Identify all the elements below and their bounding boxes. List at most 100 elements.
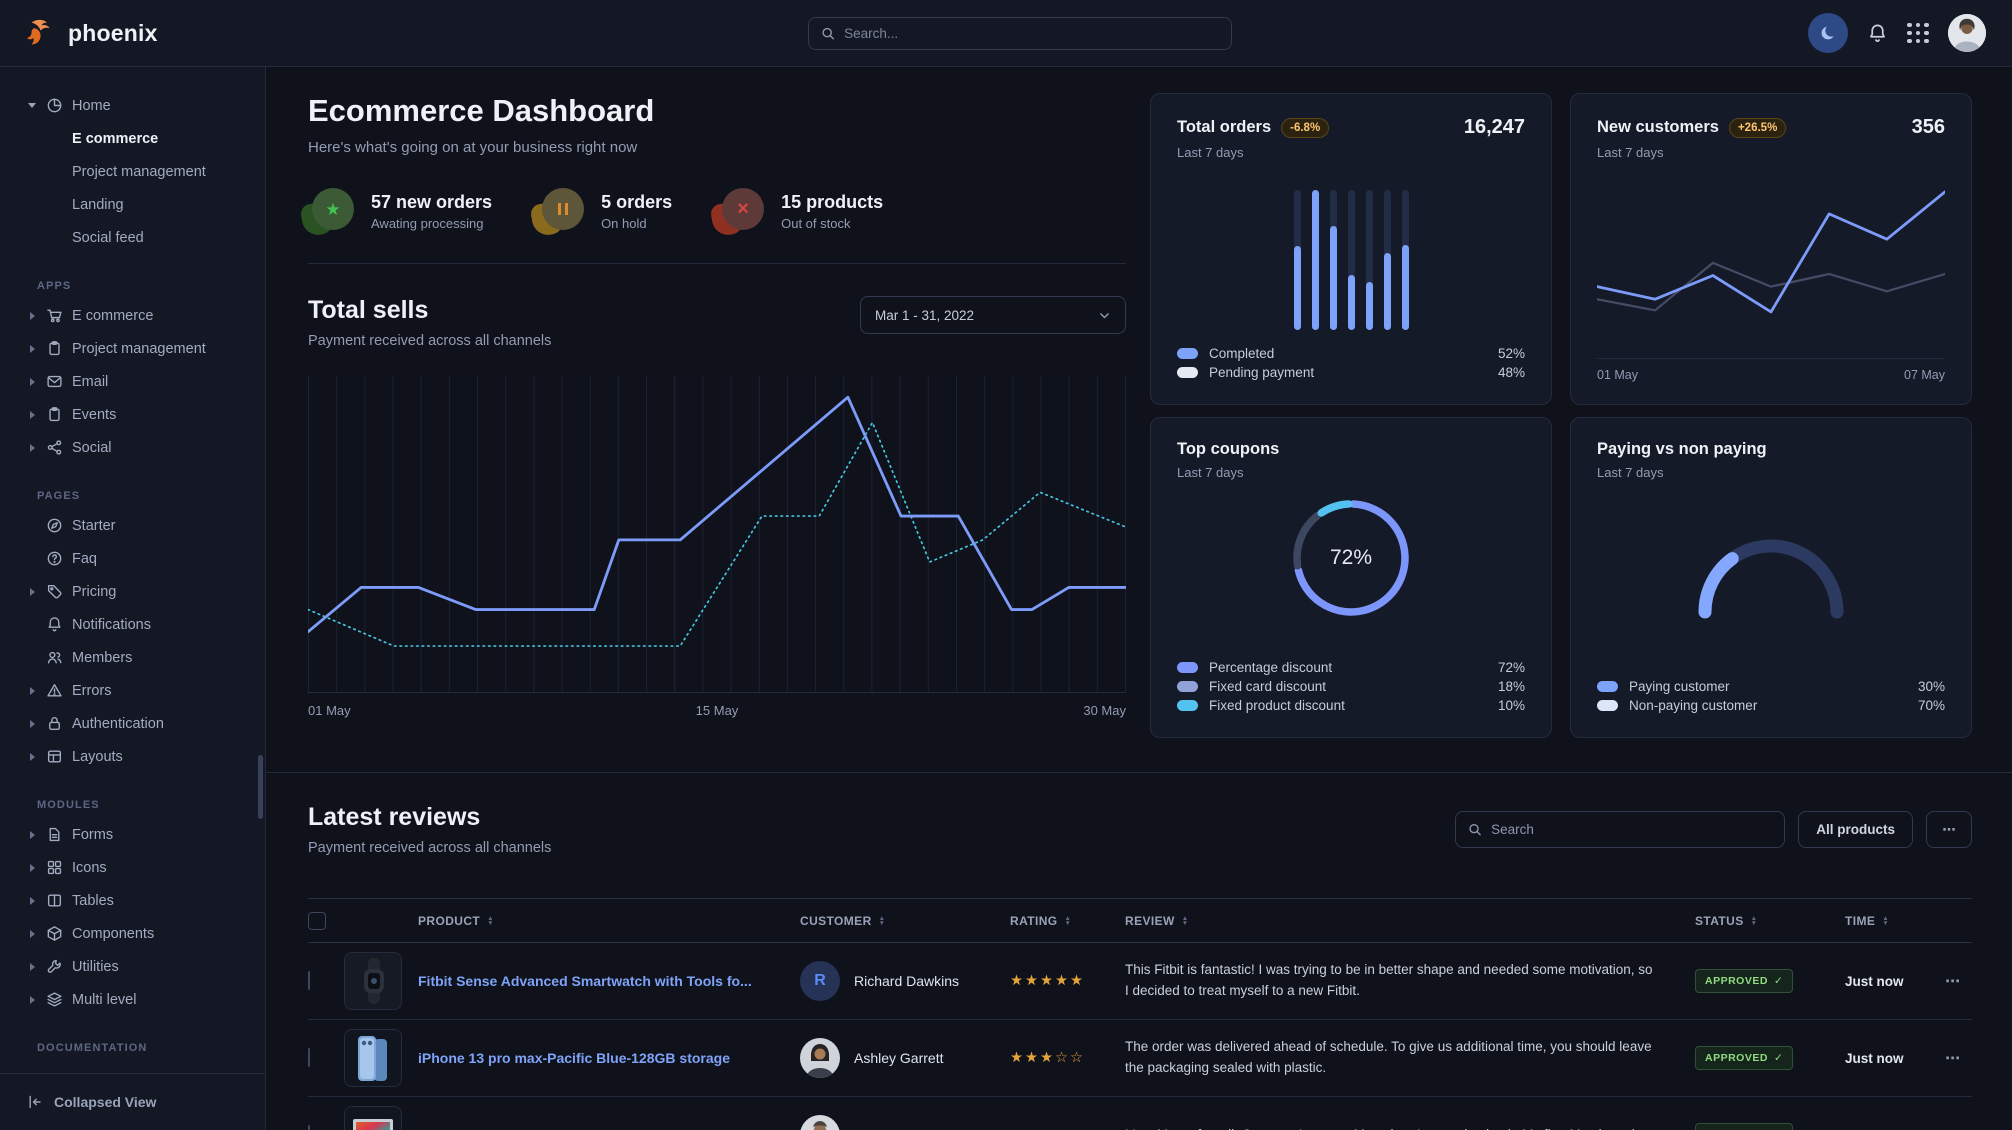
- column-header-review[interactable]: REVIEW▲▼: [1125, 914, 1695, 928]
- column-header-time[interactable]: TIME▲▼: [1845, 914, 1945, 928]
- sidebar-item-multi-level[interactable]: Multi level: [27, 983, 255, 1016]
- caret-right-icon: [27, 831, 37, 839]
- column-header-status[interactable]: STATUS▲▼: [1695, 914, 1845, 928]
- check-icon: ✓: [1774, 1052, 1783, 1064]
- sidebar-item-e-commerce[interactable]: E commerce: [27, 299, 255, 332]
- notifications-button[interactable]: [1867, 23, 1888, 44]
- paying-legend: Paying customer30%Non-paying customer70%: [1597, 677, 1945, 715]
- sidebar-item-landing[interactable]: Landing: [27, 188, 255, 221]
- new-customers-badge: +26.5%: [1729, 118, 1786, 138]
- sidebar-item-forms[interactable]: Forms: [27, 818, 255, 851]
- reviews-more-button[interactable]: ⋯: [1926, 811, 1972, 848]
- logo[interactable]: phoenix: [26, 19, 158, 48]
- user-avatar[interactable]: [1948, 14, 1986, 52]
- sidebar-item-icons[interactable]: Icons: [27, 851, 255, 884]
- paying-gauge-chart: [1597, 528, 1945, 623]
- sidebar-item-starter[interactable]: Starter: [27, 509, 255, 542]
- column-header-customer[interactable]: CUSTOMER▲▼: [800, 914, 1010, 928]
- legend-value: 18%: [1498, 679, 1525, 694]
- apps-grid-button[interactable]: [1907, 23, 1929, 44]
- sidebar-item-email[interactable]: Email: [27, 365, 255, 398]
- column-header-product[interactable]: PRODUCT▲▼: [344, 914, 800, 928]
- row-checkbox[interactable]: [308, 1048, 310, 1067]
- sidebar-item-members[interactable]: Members: [27, 641, 255, 674]
- sort-icon: ▲▼: [1751, 916, 1758, 926]
- sidebar-item-layouts[interactable]: Layouts: [27, 740, 255, 773]
- row-checkbox-cell: [308, 1049, 344, 1067]
- top-coupons-title: Top coupons: [1177, 440, 1279, 459]
- sidebar-item-social[interactable]: Social: [27, 431, 255, 464]
- row-menu-button[interactable]: ⋯: [1945, 1049, 1972, 1067]
- column-header-rating[interactable]: RATING▲▼: [1010, 914, 1125, 928]
- new-customers-value: 356: [1912, 116, 1945, 139]
- bar: [1384, 190, 1391, 330]
- sidebar-item-project-management[interactable]: Project management: [27, 155, 255, 188]
- sidebar-item-home[interactable]: Home: [27, 89, 255, 122]
- stat-5-orders: 5 ordersOn hold: [538, 188, 672, 235]
- legend-label: Fixed card discount: [1209, 679, 1326, 694]
- theme-toggle-button[interactable]: [1808, 13, 1848, 53]
- reviews-search-input[interactable]: [1491, 822, 1772, 837]
- bar: [1366, 190, 1373, 330]
- total-sells-title: Total sells: [308, 296, 551, 325]
- status-badge: APPROVED✓: [1695, 969, 1793, 993]
- sidebar-item-label: Starter: [72, 518, 116, 534]
- axis-tick-label: 30 May: [1083, 703, 1126, 718]
- reviews-table: PRODUCT▲▼CUSTOMER▲▼RATING▲▼REVIEW▲▼STATU…: [308, 898, 1972, 1130]
- bar-fill: [1294, 246, 1301, 330]
- sidebar-item-social-feed[interactable]: Social feed: [27, 221, 255, 254]
- search-icon: [821, 26, 835, 41]
- sidebar-item-pricing[interactable]: Pricing: [27, 575, 255, 608]
- global-search[interactable]: [808, 17, 1232, 50]
- sidebar-item-e-commerce[interactable]: E commerce: [27, 122, 255, 155]
- row-checkbox[interactable]: [308, 971, 310, 990]
- sidebar-item-project-management[interactable]: Project management: [27, 332, 255, 365]
- sidebar-item-faq[interactable]: Faq: [27, 542, 255, 575]
- star-icon: ★: [325, 201, 340, 218]
- sidebar-section-label: APPS: [37, 280, 255, 292]
- sidebar-item-notifications[interactable]: Notifications: [27, 608, 255, 641]
- all-products-button[interactable]: All products: [1798, 811, 1913, 848]
- top-coupons-card: Top coupons Last 7 days 72% Percentage d…: [1150, 417, 1552, 738]
- search-input[interactable]: [844, 26, 1219, 41]
- row-menu-button[interactable]: ⋯: [1945, 972, 1972, 990]
- sidebar-item-events[interactable]: Events: [27, 398, 255, 431]
- select-all-checkbox[interactable]: [308, 912, 326, 930]
- row-menu-button[interactable]: ⋯: [1945, 1126, 1972, 1130]
- product-image: [344, 1029, 402, 1087]
- stat-circle: ★: [312, 188, 354, 230]
- product-link[interactable]: iPhone 13 pro max-Pacific Blue-128GB sto…: [418, 1050, 730, 1066]
- legend-item-completed: Completed52%: [1177, 344, 1525, 363]
- dashboard-cards: Total orders -6.8% 16,247 Last 7 days Co…: [1150, 93, 1972, 738]
- row-checkbox[interactable]: [308, 1125, 310, 1130]
- sidebar-item-errors[interactable]: Errors: [27, 674, 255, 707]
- sidebar-item-components[interactable]: Components: [27, 917, 255, 950]
- sidebar-item-utilities[interactable]: Utilities: [27, 950, 255, 983]
- stat-title: 5 orders: [601, 192, 672, 213]
- total-orders-card: Total orders -6.8% 16,247 Last 7 days Co…: [1150, 93, 1552, 405]
- sidebar-section-label: PAGES: [37, 490, 255, 502]
- legend-label: Pending payment: [1209, 365, 1314, 380]
- sidebar-section: MODULESFormsIconsTablesComponentsUtiliti…: [27, 799, 255, 1016]
- box-icon: [46, 925, 63, 942]
- nine-dots-icon: [1907, 23, 1929, 44]
- status-label: APPROVED: [1705, 1052, 1768, 1064]
- caret-right-icon: [27, 897, 37, 905]
- collapsed-view-button[interactable]: Collapsed View: [0, 1073, 265, 1130]
- date-range-select[interactable]: Mar 1 - 31, 2022: [860, 296, 1126, 334]
- reviews-search[interactable]: [1455, 811, 1785, 848]
- product-link[interactable]: Fitbit Sense Advanced Smartwatch with To…: [418, 973, 752, 989]
- total-sells-subtitle: Payment received across all channels: [308, 333, 551, 349]
- stat-title: 15 products: [781, 192, 883, 213]
- reviews-title: Latest reviews: [308, 803, 551, 832]
- sidebar-item-label: Notifications: [72, 617, 151, 633]
- column-header-label: REVIEW: [1125, 914, 1175, 928]
- sidebar: HomeE commerceProject managementLandingS…: [0, 67, 266, 1130]
- product-cell: Fitbit Sense Advanced Smartwatch with To…: [344, 952, 800, 1010]
- sidebar-item-authentication[interactable]: Authentication: [27, 707, 255, 740]
- sidebar-scrollbar[interactable]: [258, 755, 263, 819]
- dashboard-left-column: Ecommerce Dashboard Here's what's going …: [308, 93, 1126, 738]
- sidebar-item-label: Landing: [72, 197, 124, 213]
- stat-circle: [542, 188, 584, 230]
- sidebar-item-tables[interactable]: Tables: [27, 884, 255, 917]
